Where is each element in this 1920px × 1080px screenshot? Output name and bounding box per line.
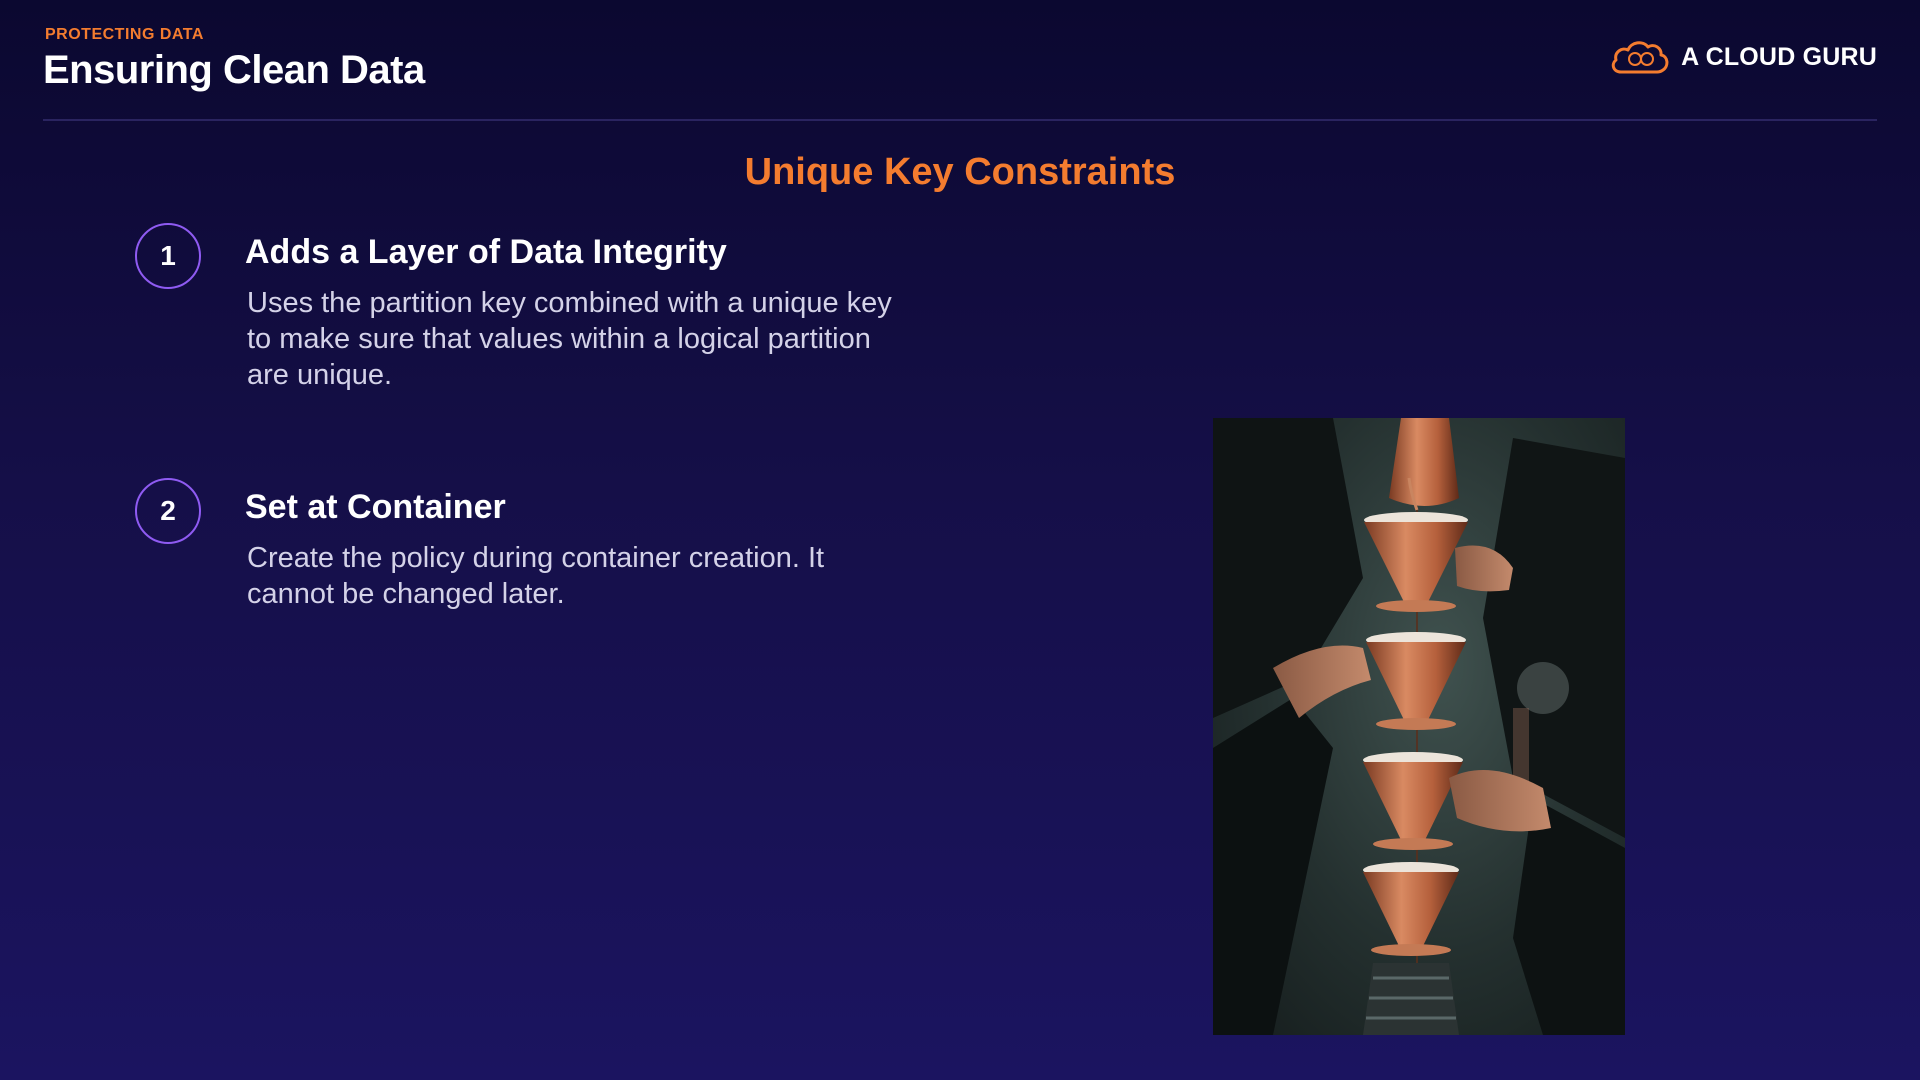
coffee-pour-over-photo xyxy=(1213,418,1625,1035)
point-heading: Adds a Layer of Data Integrity xyxy=(245,233,727,271)
point-description: Create the policy during container creat… xyxy=(247,542,825,610)
section-title: Unique Key Constraints xyxy=(744,151,1176,193)
header-divider xyxy=(43,119,1877,121)
cloud-icon xyxy=(1609,38,1671,76)
number-badge: 2 xyxy=(135,478,201,544)
page-title: Ensuring Clean Data xyxy=(43,48,425,92)
point-description: Uses the partition key combined with a u… xyxy=(247,287,892,391)
brand-logo: A CLOUD GURU xyxy=(1609,38,1877,76)
header-eyebrow: PROTECTING DATA xyxy=(45,26,204,43)
brand-name: A CLOUD GURU xyxy=(1681,42,1877,71)
number-badge: 1 xyxy=(135,223,201,289)
point-heading: Set at Container xyxy=(245,488,506,526)
